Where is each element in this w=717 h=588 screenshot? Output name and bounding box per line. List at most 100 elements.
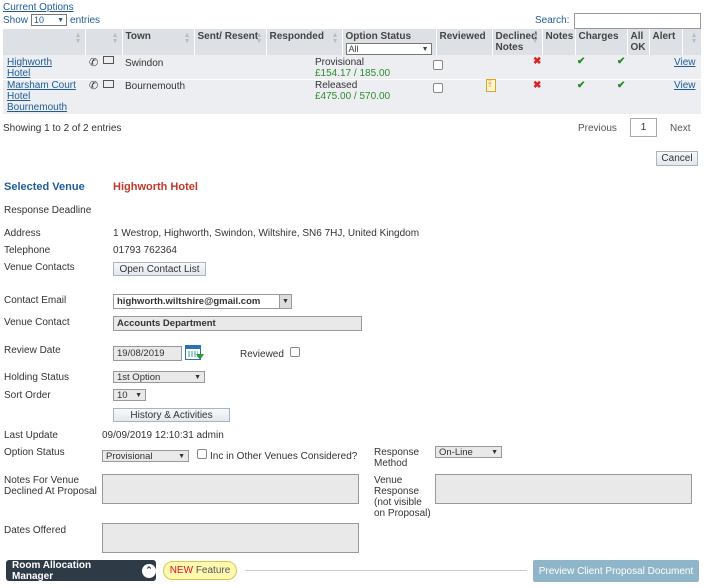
charges-ok-icon: ✔ bbox=[577, 80, 586, 91]
col-alert[interactable]: Alert bbox=[649, 29, 683, 57]
holding-status-value: 1st Option bbox=[117, 371, 161, 383]
telephone-label: Telephone bbox=[4, 245, 51, 256]
response-method-value: On-Line bbox=[439, 446, 473, 458]
chevron-down-icon: ▼ bbox=[491, 448, 498, 456]
holding-status-select[interactable]: 1st Option ▼ bbox=[113, 371, 205, 383]
view-link[interactable]: View bbox=[674, 80, 696, 91]
col-responded[interactable]: Responded ▲ ▼ bbox=[266, 29, 343, 57]
response-method-label: Response Method bbox=[374, 447, 420, 469]
reviewed-checkbox[interactable] bbox=[433, 83, 443, 93]
venue-link[interactable]: Highworth Hotel bbox=[7, 57, 67, 79]
reviewed-checkbox[interactable] bbox=[290, 347, 300, 357]
no-notes-icon: ✖ bbox=[533, 80, 542, 91]
venue-response-label: Venue Response (not visible on Proposal) bbox=[374, 475, 431, 519]
col-declined-notes[interactable]: Declined Notes ▲ ▼ bbox=[492, 29, 543, 57]
contact-email-value: highworth.wiltshire@gmail.com bbox=[117, 296, 261, 307]
sort-order-value: 10 bbox=[117, 389, 128, 401]
all-ok-icon: ✔ bbox=[617, 56, 626, 67]
sort-order-select[interactable]: 10 ▼ bbox=[113, 389, 146, 401]
selected-venue-label: Selected Venue bbox=[4, 181, 85, 193]
entries-select[interactable]: 10 ▼ bbox=[31, 14, 68, 26]
chevron-down-icon: ▼ bbox=[279, 295, 291, 308]
last-update-label: Last Update bbox=[4, 430, 58, 441]
response-method-select[interactable]: On-Line ▼ bbox=[435, 446, 502, 458]
contact-email-label: Contact Email bbox=[4, 295, 67, 306]
chevron-down-icon: ▼ bbox=[57, 16, 65, 24]
review-date-field[interactable]: 19/08/2019 bbox=[113, 346, 182, 361]
col-option-status[interactable]: Option Status All ▼ bbox=[342, 29, 437, 57]
table-body: Highworth Hotel ✆ Swindon Provisional £1… bbox=[3, 55, 701, 114]
option-status-filter[interactable]: All ▼ bbox=[345, 43, 432, 55]
col-town[interactable]: Town ▲ ▼ bbox=[122, 29, 195, 57]
next-button[interactable]: Next bbox=[670, 123, 691, 134]
table-info: Showing 1 to 2 of 2 entries bbox=[3, 123, 122, 134]
chevron-down-icon: ▼ bbox=[194, 373, 201, 381]
entries-label: entries bbox=[70, 14, 101, 26]
preview-proposal-button[interactable]: Preview Client Proposal Document bbox=[533, 560, 699, 582]
feature-word: Feature bbox=[193, 565, 231, 576]
phone-icon[interactable]: ✆ bbox=[89, 79, 98, 92]
new-word: NEW bbox=[169, 565, 194, 576]
address-label: Address bbox=[4, 228, 41, 239]
col-all-ok[interactable]: All OK bbox=[627, 29, 650, 57]
mail-icon[interactable] bbox=[103, 56, 114, 64]
status-cell: Provisional bbox=[315, 57, 364, 68]
dates-offered-textarea[interactable] bbox=[102, 523, 359, 553]
phone-icon[interactable]: ✆ bbox=[89, 56, 98, 69]
contact-email-select[interactable]: highworth.wiltshire@gmail.com ▼ bbox=[113, 294, 292, 309]
option-status-select[interactable]: Provisional ▼ bbox=[102, 450, 189, 462]
room-allocation-manager-button[interactable]: Room Allocation Manager ⌃ bbox=[6, 559, 156, 582]
chevron-down-icon: ▼ bbox=[178, 452, 185, 460]
col-view: ▲ ▼ bbox=[682, 29, 702, 57]
town-cell: Bournemouth bbox=[125, 81, 186, 92]
declined-notes-icon[interactable]: ≡ ≡ bbox=[486, 79, 496, 92]
notes-declined-textarea[interactable] bbox=[102, 474, 359, 504]
calendar-icon[interactable] bbox=[185, 345, 205, 362]
venue-link[interactable]: Marsham Court Hotel Bournemouth bbox=[7, 80, 77, 113]
col-notes[interactable]: Notes bbox=[542, 29, 576, 57]
inc-other-venues-checkbox[interactable] bbox=[197, 449, 207, 459]
search-label: Search: bbox=[535, 15, 570, 26]
notes-declined-label: Notes For Venue Declined At Proposal bbox=[4, 475, 97, 497]
col-contact[interactable]: ▲ ▼ bbox=[85, 29, 123, 57]
col-venue[interactable]: ▲ ▼ bbox=[3, 29, 86, 57]
venue-response-textarea[interactable] bbox=[435, 474, 692, 504]
response-deadline-label: Response Deadline bbox=[4, 205, 92, 216]
page-button[interactable]: 1 bbox=[630, 118, 657, 137]
selected-venue-name: Highworth Hotel bbox=[113, 181, 198, 193]
no-notes-icon: ✖ bbox=[533, 56, 542, 67]
venue-contact-label: Venue Contact bbox=[4, 317, 70, 328]
dates-offered-label: Dates Offered bbox=[4, 525, 67, 536]
col-reviewed[interactable]: Reviewed bbox=[436, 29, 493, 57]
reviewed-checkbox[interactable] bbox=[433, 60, 443, 70]
entries-value: 10 bbox=[34, 15, 45, 25]
venues-table: ▲ ▼ ▲ ▼ Town ▲ ▼ Sent/ Resent ▲ ▼ Responded ▲ ▼ … bbox=[3, 29, 702, 57]
holding-status-label: Holding Status bbox=[4, 372, 70, 383]
search-input[interactable] bbox=[574, 13, 701, 29]
chevron-down-icon: ▼ bbox=[135, 391, 142, 399]
col-sent[interactable]: Sent/ Resent ▲ ▼ bbox=[194, 29, 267, 57]
chevron-up-icon: ⌃ bbox=[142, 563, 156, 578]
previous-button[interactable]: Previous bbox=[578, 123, 617, 134]
status-cell: Released bbox=[315, 80, 358, 91]
address-value: 1 Westrop, Highworth, Swindon, Wiltshire… bbox=[113, 228, 420, 239]
reviewed-label: Reviewed bbox=[240, 349, 284, 360]
venue-contacts-label: Venue Contacts bbox=[4, 262, 75, 273]
entries-control: Show 10 ▼ entries bbox=[3, 14, 100, 26]
option-status-label: Option Status bbox=[4, 447, 65, 458]
charges-ok-icon: ✔ bbox=[577, 56, 586, 67]
venue-contact-field[interactable]: Accounts Department bbox=[113, 316, 362, 331]
option-status-value: Provisional bbox=[106, 450, 153, 462]
col-charges[interactable]: Charges bbox=[575, 29, 628, 57]
cancel-button[interactable]: Cancel bbox=[656, 151, 698, 166]
mail-icon[interactable] bbox=[103, 80, 114, 88]
last-update-value: 09/09/2019 12:10:31 admin bbox=[102, 430, 224, 441]
amount-cell: £475.00 / 570.00 bbox=[315, 91, 391, 102]
room-allocation-label: Room Allocation Manager bbox=[12, 559, 92, 582]
table-row: Highworth Hotel ✆ Swindon Provisional £1… bbox=[3, 55, 701, 80]
town-cell: Swindon bbox=[125, 58, 164, 69]
history-activities-button[interactable]: History & Activities bbox=[113, 408, 230, 422]
view-link[interactable]: View bbox=[674, 57, 696, 68]
current-options-link[interactable]: Current Options bbox=[3, 2, 74, 13]
open-contact-list-button[interactable]: Open Contact List bbox=[113, 262, 206, 276]
